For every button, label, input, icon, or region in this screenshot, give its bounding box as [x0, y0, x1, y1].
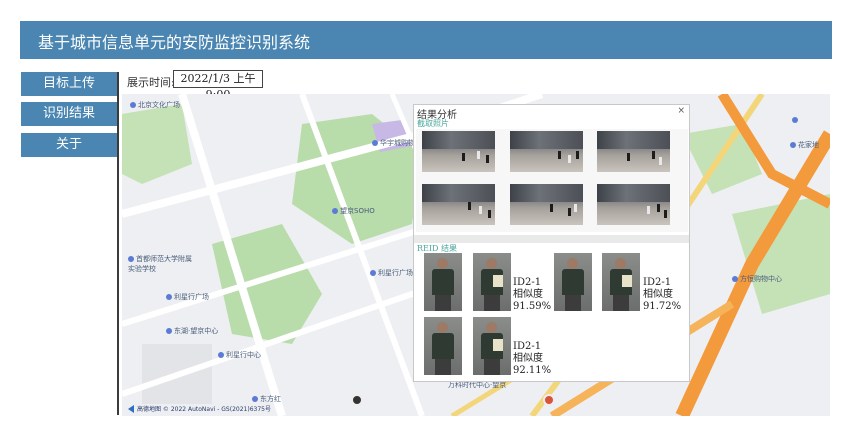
similarity-label: 相似度 — [513, 353, 543, 364]
poi-pin-icon — [166, 294, 172, 300]
similarity-score: 91.59% — [513, 301, 552, 312]
display-time-label: 展示时间: — [127, 76, 175, 89]
section-divider — [414, 235, 689, 243]
similarity-label: 相似度 — [513, 289, 543, 300]
capture-thumbnail[interactable] — [510, 131, 583, 172]
sidebar-divider — [117, 72, 119, 415]
capture-thumbnail[interactable] — [510, 184, 583, 225]
poi-pin-icon — [732, 276, 738, 282]
result-analysis-panel: 结果分析 × 截取照片 REID 结果 ID2-1 相似度 91.59% ID2… — [413, 104, 690, 382]
reid-result-text: ID2-1 相似度 91.72% — [643, 277, 681, 313]
reid-query-image[interactable] — [424, 317, 462, 375]
poi-pin-icon — [790, 142, 796, 148]
poi-pin-icon — [252, 396, 258, 402]
map-label: 利星行广场 — [370, 268, 413, 278]
poi-pin-icon — [370, 270, 376, 276]
reid-match-image[interactable] — [473, 317, 511, 375]
similarity-score: 91.72% — [643, 301, 682, 312]
poi-pin-icon — [332, 208, 338, 214]
capture-section-label: 截取照片 — [417, 119, 449, 128]
reid-query-image[interactable] — [554, 253, 592, 311]
map-label: 华宇城购物 — [372, 138, 415, 148]
map-label: 东湖·望京中心 — [166, 326, 218, 336]
map-label: 北京文化广场 — [130, 100, 180, 110]
similarity-label: 相似度 — [643, 289, 673, 300]
sidebar-item-upload[interactable]: 目标上传 — [21, 72, 117, 96]
reid-query-image[interactable] — [424, 253, 462, 311]
sidebar-item-about[interactable]: 关于 — [21, 133, 117, 157]
map-label: 利星行中心 — [218, 350, 261, 360]
amap-logo-icon — [128, 405, 134, 413]
poi-pin-icon — [792, 117, 798, 123]
capture-thumbnail[interactable] — [422, 184, 495, 225]
map-attribution: 高德地图 © 2022 AutoNavi - GS(2021)6375号 — [128, 404, 271, 413]
map-label: 利星行广场 — [166, 292, 209, 302]
poi-pin-icon — [166, 328, 172, 334]
app-title: 基于城市信息单元的安防监控识别系统 — [38, 33, 311, 52]
reid-match-image[interactable] — [473, 253, 511, 311]
map-label: 首都师范大学附属实验学校 — [128, 255, 192, 273]
reid-id: ID2-1 — [513, 277, 542, 288]
poi-pin-icon — [130, 102, 136, 108]
location-pin-icon[interactable] — [543, 394, 555, 406]
map-label: 望京SOHO — [332, 206, 375, 216]
reid-result-text: ID2-1 相似度 92.11% — [513, 341, 551, 377]
capture-thumbnail[interactable] — [597, 184, 670, 225]
app-header: 基于城市信息单元的安防监控识别系统 — [20, 21, 832, 59]
reid-match-image[interactable] — [602, 253, 640, 311]
map-label: 花家地 — [790, 140, 819, 150]
map-label: 东方红 — [252, 394, 281, 404]
capture-gallery — [416, 129, 688, 232]
capture-thumbnail[interactable] — [422, 131, 495, 172]
reid-id: ID2-1 — [643, 277, 672, 288]
map-label — [792, 116, 800, 124]
close-icon[interactable]: × — [677, 106, 685, 116]
poi-pin-icon — [372, 140, 378, 146]
sidebar-item-results[interactable]: 识别结果 — [21, 102, 117, 126]
display-time-field[interactable]: 2022/1/3 上午 9:00 — [173, 70, 263, 101]
poi-pin-icon — [218, 352, 224, 358]
reid-result-text: ID2-1 相似度 91.59% — [513, 277, 551, 313]
similarity-score: 92.11% — [513, 365, 552, 376]
camera-pin-icon[interactable] — [351, 394, 363, 406]
reid-id: ID2-1 — [513, 341, 542, 352]
capture-thumbnail[interactable] — [597, 131, 670, 172]
poi-pin-icon — [128, 256, 134, 262]
map-label: 方恒购物中心 — [732, 274, 782, 284]
